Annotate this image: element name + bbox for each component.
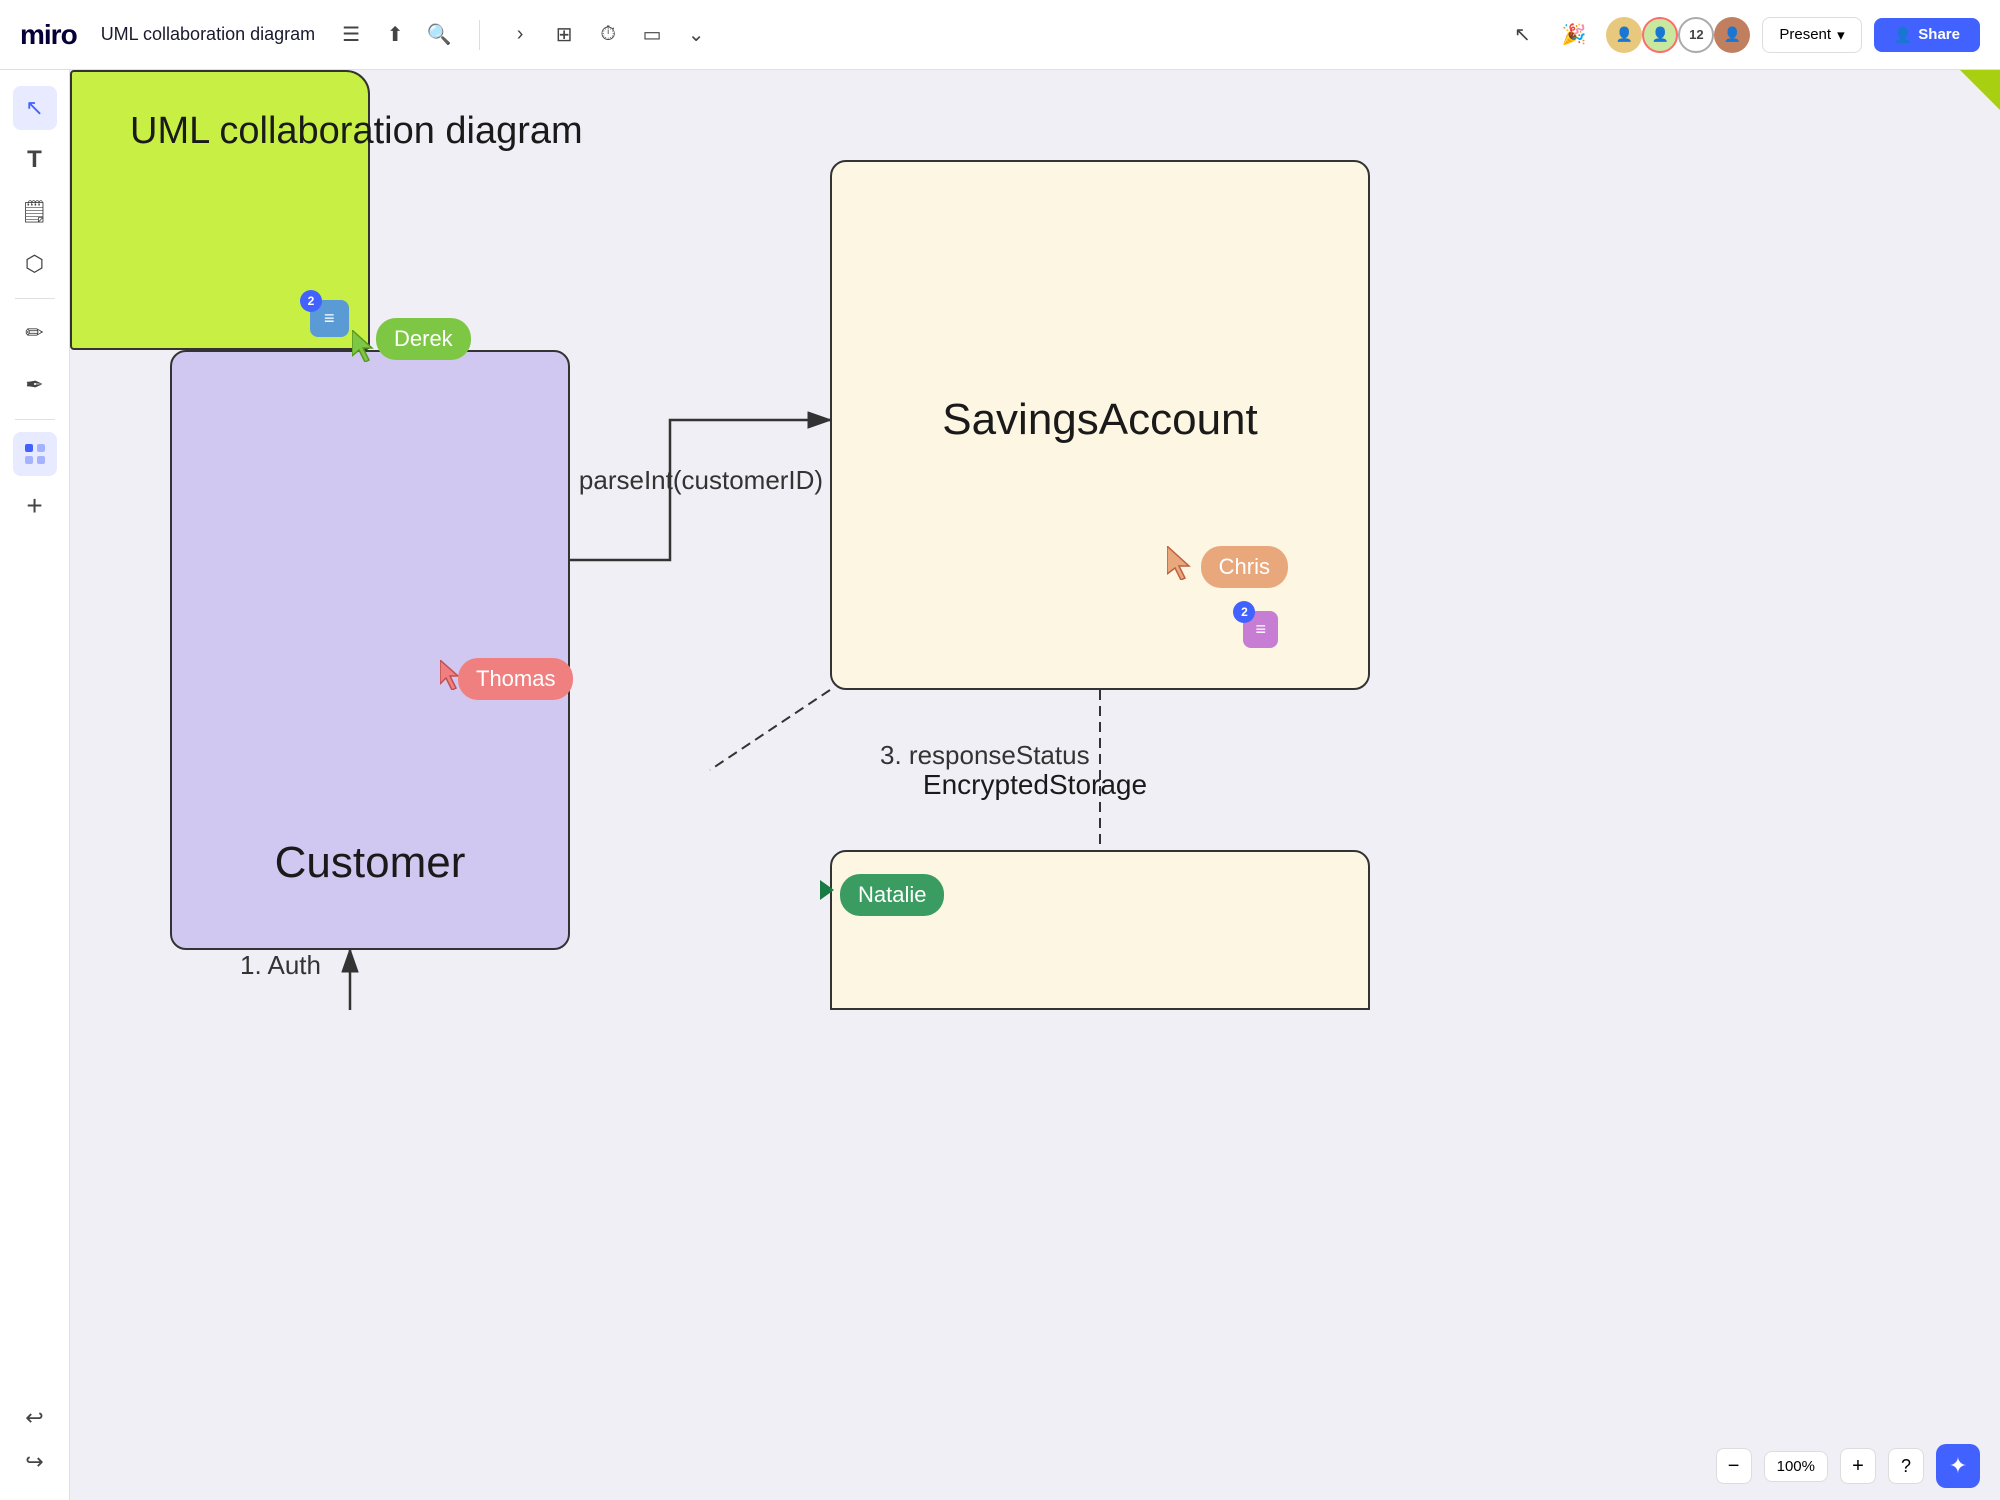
zoom-out-button[interactable]: − <box>1716 1448 1752 1484</box>
present-label: Present <box>1779 26 1831 43</box>
timer-button[interactable]: ⏱ <box>588 15 628 55</box>
avatar-2[interactable]: 👤 <box>1642 17 1678 53</box>
bottom-bar: − 100% + ? ✦ <box>1696 1432 2000 1500</box>
document-title[interactable]: UML collaboration diagram <box>101 24 315 45</box>
encrypted-label: EncryptedStorage <box>923 769 1147 801</box>
left-sidebar: ↖ T 🗒 ⬡ ✏ ✒ + ↩ ↪ <box>0 70 70 1500</box>
sidebar-separator-2 <box>15 419 55 420</box>
share-person-icon: 👤 <box>1894 26 1913 44</box>
toolbar-left-actions: ☰ ⬆ 🔍 <box>331 15 459 55</box>
avatar-count[interactable]: 12 <box>1678 17 1714 53</box>
chris-badge: Chris <box>1201 546 1288 588</box>
sidebar-bottom: ↩ ↪ <box>13 1396 57 1484</box>
upload-button[interactable]: ⬆ <box>375 15 415 55</box>
text-tool[interactable]: T <box>13 138 57 182</box>
toolbar-separator <box>479 20 480 50</box>
menu-button[interactable]: ☰ <box>331 15 371 55</box>
present-button[interactable]: Present ▾ <box>1762 17 1861 53</box>
share-button[interactable]: 👤 Share <box>1874 18 1980 52</box>
chat-bubble-icon-purple: ≡ <box>1255 619 1266 640</box>
pen2-tool[interactable]: ✒ <box>13 363 57 407</box>
bottom-node[interactable] <box>830 850 1370 1010</box>
pen-tool[interactable]: ✏ <box>13 311 57 355</box>
zoom-level-display[interactable]: 100% <box>1764 1451 1828 1482</box>
redo-tool[interactable]: ↪ <box>13 1440 57 1484</box>
customer-node[interactable]: Customer <box>170 350 570 950</box>
select-tool[interactable]: ↖ <box>13 86 57 130</box>
celebrate-button[interactable]: 🎉 <box>1554 15 1594 55</box>
shapes-tool[interactable]: ⬡ <box>13 242 57 286</box>
help-button[interactable]: ? <box>1888 1448 1924 1484</box>
cursor-tool-button[interactable]: ↖ <box>1502 15 1542 55</box>
chris-cursor-arrow <box>1167 546 1197 580</box>
undo-tool[interactable]: ↩ <box>13 1396 57 1440</box>
auth-label: 1. Auth <box>240 950 321 981</box>
present-chevron-icon: ▾ <box>1837 26 1845 44</box>
sidebar-separator-1 <box>15 298 55 299</box>
sticky-note-tool[interactable]: 🗒 <box>13 190 57 234</box>
top-bar: miro UML collaboration diagram ☰ ⬆ 🔍 › ⊞… <box>0 0 2000 70</box>
add-tool[interactable]: + <box>13 484 57 528</box>
savings-label: SavingsAccount <box>942 395 1258 445</box>
smart-drawing-tool[interactable] <box>13 432 57 476</box>
savings-account-node[interactable]: SavingsAccount Chris 2 ≡ <box>830 160 1370 690</box>
toolbar-center-actions: › ⊞ ⏱ ▭ ⌄ <box>500 15 716 55</box>
logo[interactable]: miro <box>20 19 77 51</box>
parse-int-label: 2. parseInt(customerID) <box>550 465 823 496</box>
fit-screen-button[interactable]: ⊞ <box>544 15 584 55</box>
chris-cursor: Chris <box>1197 546 1288 588</box>
search-button[interactable]: 🔍 <box>419 15 459 55</box>
purple-chat-bubble: 2 ≡ <box>1243 611 1278 648</box>
avatar-3[interactable]: 👤 <box>1714 17 1750 53</box>
zoom-in-button[interactable]: + <box>1840 1448 1876 1484</box>
frame-button[interactable]: ▭ <box>632 15 672 55</box>
forward-icon[interactable]: › <box>500 15 540 55</box>
diagram-title: UML collaboration diagram <box>130 110 583 153</box>
share-label: Share <box>1918 26 1960 43</box>
magic-button[interactable]: ✦ <box>1936 1444 1980 1488</box>
canvas[interactable]: UML collaboration diagram 2. parseInt(cu… <box>70 70 2000 1500</box>
more-options-button[interactable]: ⌄ <box>676 15 716 55</box>
chat-bubble-count-2: 2 <box>1233 601 1255 623</box>
avatar-1[interactable]: 👤 <box>1606 17 1642 53</box>
response-status-label: 3. responseStatus <box>880 740 1090 771</box>
customer-label: Customer <box>275 838 466 888</box>
collaborators: 👤 👤 12 👤 <box>1606 17 1750 53</box>
toolbar-right: ↖ 🎉 👤 👤 12 👤 Present ▾ 👤 Share <box>1502 15 1980 55</box>
